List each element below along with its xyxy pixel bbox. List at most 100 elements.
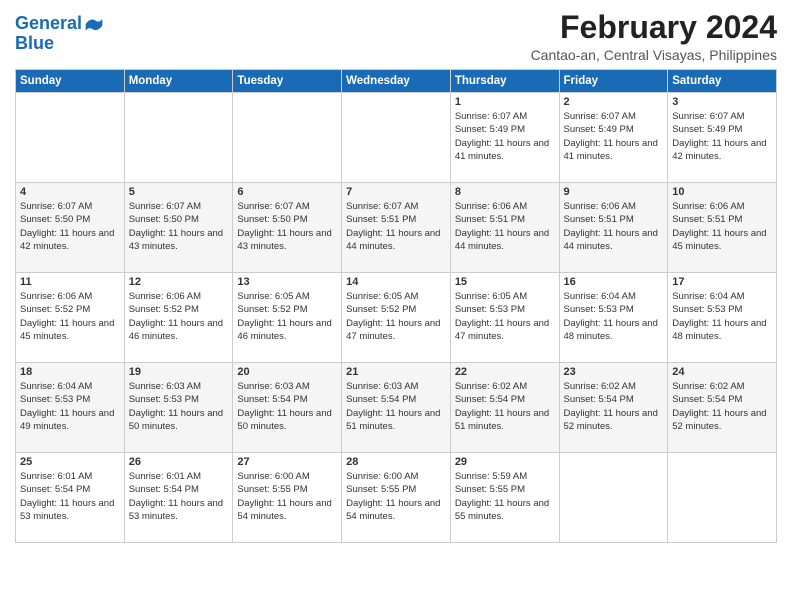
calendar-cell: 11Sunrise: 6:06 AM Sunset: 5:52 PM Dayli… [16,273,125,363]
day-info: Sunrise: 6:05 AM Sunset: 5:52 PM Dayligh… [346,290,446,343]
calendar-cell: 28 Sunrise: 6:00 AM Sunset: 5:55 PM Dayli… [342,453,451,543]
calendar-cell: 21 Sunrise: 6:03 AM Sunset: 5:54 PM Dayli… [342,363,451,453]
month-title: February 2024 [531,10,777,45]
calendar-cell: 25 Sunrise: 6:01 AM Sunset: 5:54 PM Dayli… [16,453,125,543]
day-info: Sunrise: 6:02 AM Sunset: 5:54 PM Dayligh… [455,380,555,433]
calendar-cell: 24 Sunrise: 6:02 AM Sunset: 5:54 PM Dayli… [668,363,777,453]
calendar-cell: 9 Sunrise: 6:06 AM Sunset: 5:51 PM Daylig… [559,183,668,273]
day-info: Sunrise: 6:07 AM Sunset: 5:49 PM Dayligh… [455,110,555,163]
calendar-cell [342,93,451,183]
day-number: 11 [20,276,120,288]
calendar-cell [16,93,125,183]
col-header-thursday: Thursday [450,70,559,93]
calendar-cell: 5 Sunrise: 6:07 AM Sunset: 5:50 PM Daylig… [124,183,233,273]
calendar-cell: 14 Sunrise: 6:05 AM Sunset: 5:52 PM Dayli… [342,273,451,363]
calendar-cell: 16 Sunrise: 6:04 AM Sunset: 5:53 PM Dayli… [559,273,668,363]
col-header-saturday: Saturday [668,70,777,93]
calendar-cell [559,453,668,543]
day-number: 18 [20,366,120,378]
calendar-cell: 22Sunrise: 6:02 AM Sunset: 5:54 PM Dayli… [450,363,559,453]
calendar-cell [233,93,342,183]
calendar-cell: 7 Sunrise: 6:07 AM Sunset: 5:51 PM Daylig… [342,183,451,273]
day-number: 20 [237,366,337,378]
calendar-cell: 13Sunrise: 6:05 AM Sunset: 5:52 PM Dayli… [233,273,342,363]
day-number: 2 [564,96,664,108]
logo-text2: Blue [15,34,104,54]
day-info: Sunrise: 6:01 AM Sunset: 5:54 PM Dayligh… [129,470,229,523]
day-info: Sunrise: 6:07 AM Sunset: 5:50 PM Dayligh… [20,200,120,253]
day-info: Sunrise: 6:03 AM Sunset: 5:54 PM Dayligh… [237,380,337,433]
logo-text: General [15,14,82,34]
calendar-cell: 3 Sunrise: 6:07 AM Sunset: 5:49 PM Daylig… [668,93,777,183]
col-header-friday: Friday [559,70,668,93]
day-number: 5 [129,186,229,198]
day-info: Sunrise: 6:06 AM Sunset: 5:51 PM Dayligh… [672,200,772,253]
day-info: Sunrise: 6:02 AM Sunset: 5:54 PM Dayligh… [672,380,772,433]
day-number: 7 [346,186,446,198]
location-subtitle: Cantao-an, Central Visayas, Philippines [531,47,777,63]
day-number: 9 [564,186,664,198]
col-header-monday: Monday [124,70,233,93]
calendar-cell [124,93,233,183]
day-number: 27 [237,456,337,468]
calendar-cell: 12 Sunrise: 6:06 AM Sunset: 5:52 PM Dayli… [124,273,233,363]
day-number: 12 [129,276,229,288]
col-header-wednesday: Wednesday [342,70,451,93]
day-number: 28 [346,456,446,468]
day-number: 3 [672,96,772,108]
calendar-cell: 10 Sunrise: 6:06 AM Sunset: 5:51 PM Dayli… [668,183,777,273]
calendar-cell [668,453,777,543]
day-info: Sunrise: 6:05 AM Sunset: 5:53 PM Dayligh… [455,290,555,343]
calendar-cell: 1 Sunrise: 6:07 AM Sunset: 5:49 PM Daylig… [450,93,559,183]
day-info: Sunrise: 6:04 AM Sunset: 5:53 PM Dayligh… [564,290,664,343]
day-number: 25 [20,456,120,468]
day-number: 4 [20,186,120,198]
day-number: 13 [237,276,337,288]
calendar-table: SundayMondayTuesdayWednesdayThursdayFrid… [15,69,777,543]
day-info: Sunrise: 6:03 AM Sunset: 5:54 PM Dayligh… [346,380,446,433]
day-number: 24 [672,366,772,378]
day-info: Sunrise: 6:00 AM Sunset: 5:55 PM Dayligh… [237,470,337,523]
calendar-cell: 18 Sunrise: 6:04 AM Sunset: 5:53 PM Dayli… [16,363,125,453]
calendar-cell: 4 Sunrise: 6:07 AM Sunset: 5:50 PM Daylig… [16,183,125,273]
day-info: Sunrise: 6:01 AM Sunset: 5:54 PM Dayligh… [20,470,120,523]
day-number: 8 [455,186,555,198]
day-info: Sunrise: 6:07 AM Sunset: 5:49 PM Dayligh… [564,110,664,163]
calendar-cell: 6 Sunrise: 6:07 AM Sunset: 5:50 PM Daylig… [233,183,342,273]
day-info: Sunrise: 6:03 AM Sunset: 5:53 PM Dayligh… [129,380,229,433]
calendar-cell: 2 Sunrise: 6:07 AM Sunset: 5:49 PM Daylig… [559,93,668,183]
day-number: 16 [564,276,664,288]
calendar-cell: 20 Sunrise: 6:03 AM Sunset: 5:54 PM Dayli… [233,363,342,453]
calendar-cell: 26 Sunrise: 6:01 AM Sunset: 5:54 PM Dayli… [124,453,233,543]
day-number: 14 [346,276,446,288]
page-header: General Blue February 2024 Cantao-an, Ce… [15,10,777,63]
day-info: Sunrise: 6:02 AM Sunset: 5:54 PM Dayligh… [564,380,664,433]
day-number: 1 [455,96,555,108]
day-info: Sunrise: 6:04 AM Sunset: 5:53 PM Dayligh… [20,380,120,433]
day-number: 21 [346,366,446,378]
calendar-cell: 8 Sunrise: 6:06 AM Sunset: 5:51 PM Daylig… [450,183,559,273]
day-number: 17 [672,276,772,288]
calendar-cell: 15Sunrise: 6:05 AM Sunset: 5:53 PM Dayli… [450,273,559,363]
calendar-cell: 19 Sunrise: 6:03 AM Sunset: 5:53 PM Dayli… [124,363,233,453]
day-number: 23 [564,366,664,378]
day-info: Sunrise: 6:07 AM Sunset: 5:50 PM Dayligh… [237,200,337,253]
col-header-sunday: Sunday [16,70,125,93]
day-info: Sunrise: 6:07 AM Sunset: 5:51 PM Dayligh… [346,200,446,253]
col-header-tuesday: Tuesday [233,70,342,93]
day-info: Sunrise: 6:06 AM Sunset: 5:51 PM Dayligh… [455,200,555,253]
logo: General Blue [15,14,104,54]
day-number: 6 [237,186,337,198]
day-number: 26 [129,456,229,468]
day-info: Sunrise: 6:07 AM Sunset: 5:50 PM Dayligh… [129,200,229,253]
day-info: Sunrise: 6:00 AM Sunset: 5:55 PM Dayligh… [346,470,446,523]
day-number: 10 [672,186,772,198]
day-number: 29 [455,456,555,468]
day-info: Sunrise: 6:06 AM Sunset: 5:51 PM Dayligh… [564,200,664,253]
calendar-cell: 29Sunrise: 5:59 AM Sunset: 5:55 PM Dayli… [450,453,559,543]
calendar-cell: 23 Sunrise: 6:02 AM Sunset: 5:54 PM Dayli… [559,363,668,453]
day-info: Sunrise: 6:06 AM Sunset: 5:52 PM Dayligh… [129,290,229,343]
day-info: Sunrise: 6:07 AM Sunset: 5:49 PM Dayligh… [672,110,772,163]
day-number: 19 [129,366,229,378]
calendar-cell: 17Sunrise: 6:04 AM Sunset: 5:53 PM Dayli… [668,273,777,363]
